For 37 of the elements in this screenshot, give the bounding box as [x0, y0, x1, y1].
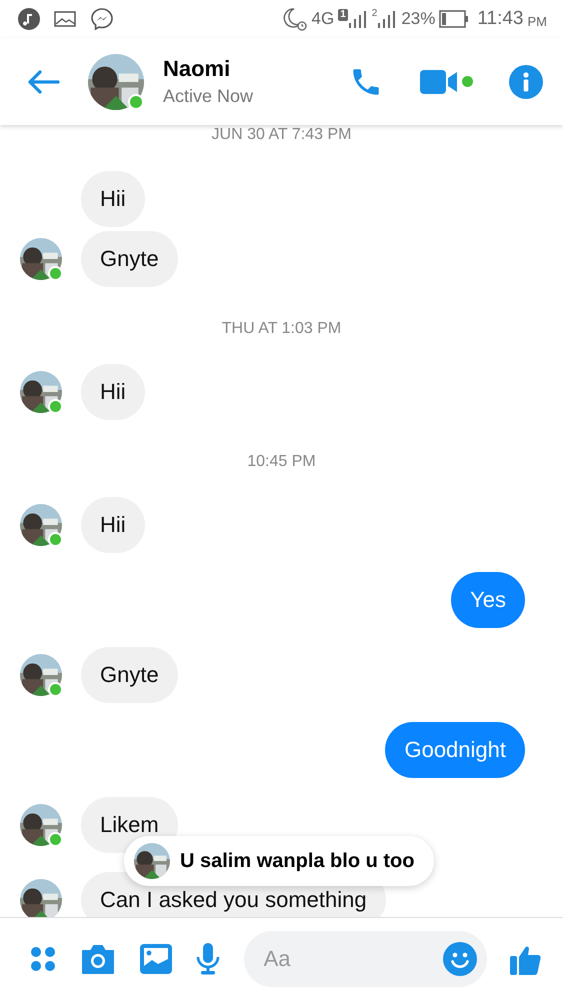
battery-icon: [439, 10, 470, 28]
message-bubble: Gnyte: [81, 231, 178, 287]
message-input-text[interactable]: Aa: [262, 945, 443, 973]
signal-icon: [348, 9, 368, 29]
message-bubble: Hii: [81, 364, 145, 420]
apps-icon[interactable]: [28, 944, 58, 974]
signal-icon: [377, 9, 398, 29]
notification-pill[interactable]: U salim wanpla blo u too: [124, 836, 434, 886]
contact-name: Naomi: [163, 56, 232, 82]
image-icon: [54, 10, 76, 28]
sim-badge: 1: [338, 9, 348, 21]
network-label: 4G: [312, 9, 334, 29]
timestamp: JUN 30 AT 7:43 PM: [210, 125, 352, 145]
timestamp: THU AT 1:03 PM: [220, 319, 342, 339]
active-status: Active Now: [163, 86, 254, 107]
message-bubble: Yes: [451, 572, 525, 628]
microphone-icon[interactable]: [195, 942, 222, 976]
clock-ampm: PM: [528, 14, 547, 28]
info-icon[interactable]: [509, 64, 543, 98]
back-icon[interactable]: [26, 68, 60, 94]
camera-icon[interactable]: [80, 943, 116, 975]
message-input[interactable]: Aa: [244, 931, 487, 987]
message-bubble: Gnyte: [81, 647, 178, 703]
message-bubble: Goodnight: [385, 722, 525, 778]
notification-text: U salim wanpla blo u too: [180, 850, 414, 872]
moon-alarm-icon: [282, 6, 308, 32]
sim-number: 2: [372, 9, 378, 19]
messenger-icon: [90, 7, 114, 31]
video-camera-icon[interactable]: [419, 68, 459, 96]
image-icon[interactable]: [138, 943, 173, 975]
timestamp: 10:45 PM: [246, 452, 317, 472]
clock-time: 11:43: [477, 8, 524, 30]
emoji-icon[interactable]: [442, 942, 477, 976]
battery-percent: 23%: [401, 9, 436, 29]
message-bubble: Hii: [81, 171, 145, 227]
message-bubble: Hii: [81, 497, 145, 553]
music-icon: [18, 8, 40, 30]
